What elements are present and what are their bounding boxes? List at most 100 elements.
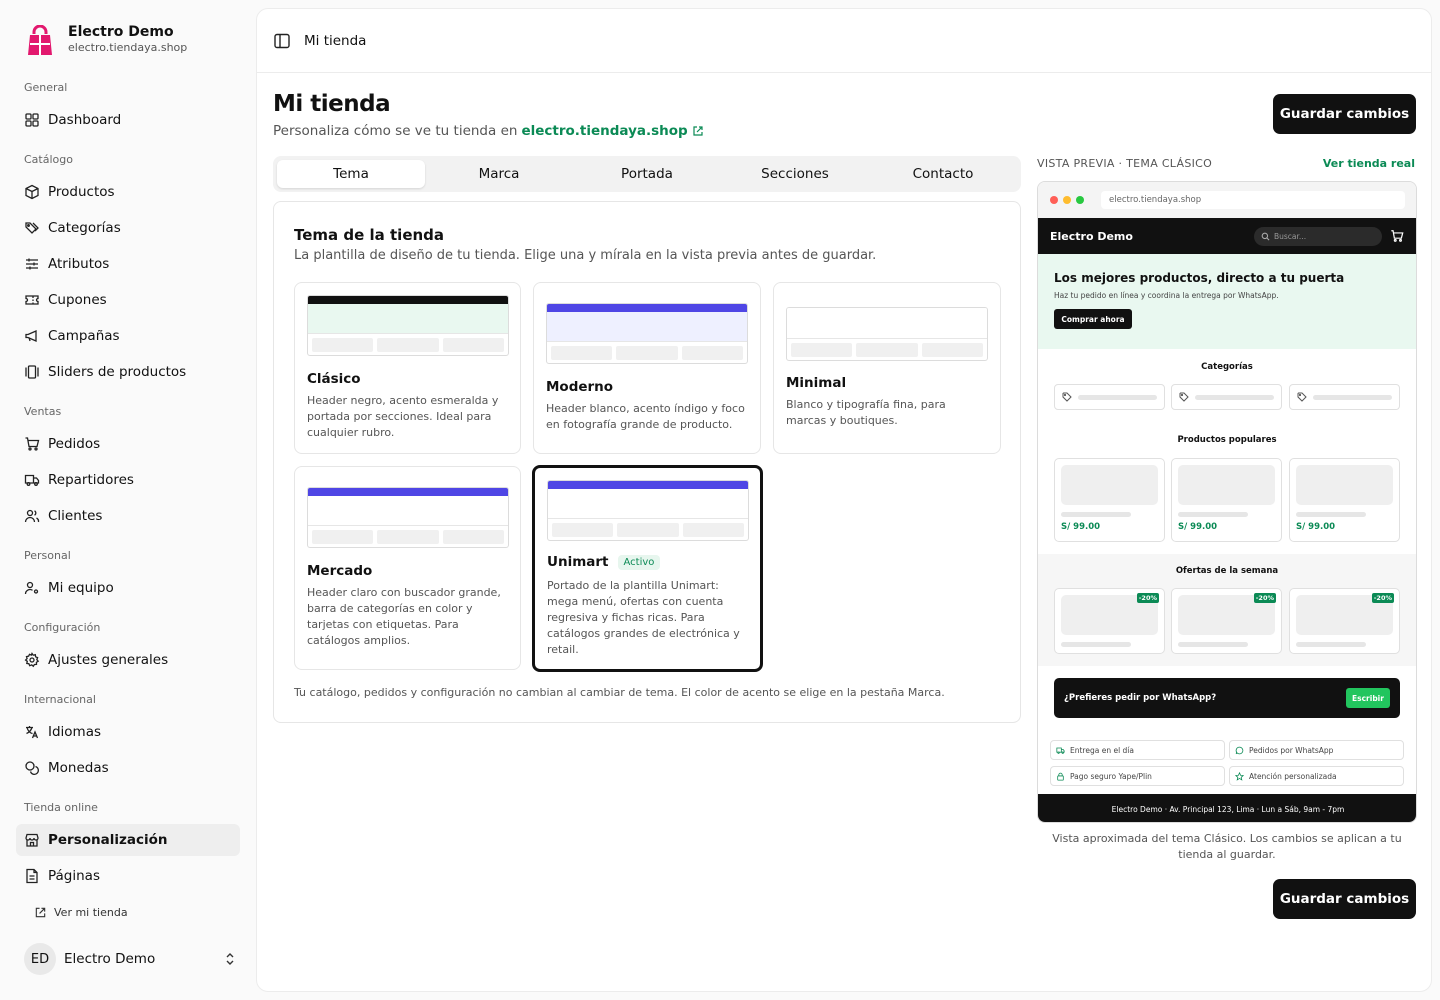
sidebar-item-atributos[interactable]: Atributos [16,248,240,280]
sidebar-item-productos[interactable]: Productos [16,176,240,208]
tab-portada[interactable]: Portada [573,160,721,188]
brand[interactable]: Electro Demo electro.tiendaya.shop [24,24,187,57]
brand-domain: electro.tiendaya.shop [68,41,188,54]
view-store-link[interactable]: Ver mi tienda [34,906,128,919]
feature-label: Atención personalizada [1249,771,1337,781]
preview-category-chip[interactable] [1171,384,1282,410]
preview-shop-now-button[interactable]: Comprar ahora [1054,309,1132,329]
sidebar-toggle-icon[interactable] [273,32,291,50]
tab-marca[interactable]: Marca [425,160,573,188]
sidebar-item-personalizacion[interactable]: Personalización [16,824,240,856]
sidebar-item-label: Campañas [48,328,120,344]
box-icon [25,184,39,200]
sidebar-item-ajustes-generales[interactable]: Ajustes generales [16,644,240,676]
user-menu[interactable]: ED Electro Demo [24,943,236,975]
preview-store-name: Electro Demo [1050,229,1133,243]
store-icon [25,833,39,847]
lock-icon [1057,772,1064,781]
theme-option-desc: Header negro, acento esmeralda y portada… [307,394,499,439]
sidebar-item-categorias[interactable]: Categorías [16,212,240,244]
save-button-top[interactable]: Guardar cambios [1273,94,1416,134]
save-button-bottom[interactable]: Guardar cambios [1273,879,1416,919]
sidebar-item-dashboard[interactable]: Dashboard [16,104,240,136]
sidebar-item-repartidores[interactable]: Repartidores [16,464,240,496]
product-price: S/ 99.00 [1296,522,1336,532]
sidebar-item-label: Páginas [48,868,100,884]
preview-search[interactable]: Buscar... [1254,226,1382,246]
preview-hero-title: Los mejores productos, directo a tu puer… [1054,271,1345,285]
sidebar-item-paginas[interactable]: Páginas [16,860,240,892]
preview-offers-title: Ofertas de la semana [1175,566,1279,576]
placeholder-line [1178,512,1248,517]
theme-thumbnail [786,307,988,361]
whatsapp-write-button[interactable]: Escribir [1346,688,1390,708]
placeholder-line [1078,394,1157,400]
close-dot-icon [1050,196,1058,204]
nav-heading: Internacional [24,693,96,706]
preview-feature: Entrega en el día [1050,740,1225,760]
sidebar-item-sliders[interactable]: Sliders de productos [16,356,240,388]
thumb-header [308,296,508,304]
thumb-header [547,304,747,312]
placeholder-line [1178,642,1248,647]
sidebar-item-label: Dashboard [48,112,122,128]
theme-option-mercado[interactable]: Mercado Header claro con buscador grande… [294,466,521,670]
truck-icon [1056,747,1065,754]
preview-product-card[interactable]: S/ 99.00 [1289,458,1400,542]
preview-category-chip[interactable] [1054,384,1165,410]
theme-option-name: Clásico [307,371,361,387]
cart-icon[interactable] [1390,229,1404,243]
placeholder-line [1195,394,1274,400]
view-real-store-link[interactable]: Ver tienda real [1323,157,1415,170]
thumb-hero [547,312,747,342]
sidebar-item-label: Monedas [48,760,109,776]
tabs: Tema Marca Portada Secciones Contacto [273,156,1021,192]
sidebar-item-label: Pedidos [48,436,101,452]
sidebar-item-monedas[interactable]: Monedas [16,752,240,784]
preview-footer: Electro Demo · Av. Principal 123, Lima ·… [1038,794,1416,822]
tab-secciones[interactable]: Secciones [721,160,869,188]
sidebar-item-clientes[interactable]: Clientes [16,500,240,532]
theme-option-unimart[interactable]: Unimart Activo Portado de la plantilla U… [532,465,763,672]
sidebar-item-label: Idiomas [48,724,102,740]
view-store-label: Ver mi tienda [54,906,128,919]
sidebar-item-cupones[interactable]: Cupones [16,284,240,316]
external-link-icon [693,126,703,136]
tag-icon [1297,392,1307,402]
sidebar-item-campanas[interactable]: Campañas [16,320,240,352]
feature-label: Pedidos por WhatsApp [1249,745,1334,755]
tab-tema[interactable]: Tema [277,160,425,188]
preview-categories-title: Categorías [1201,362,1253,372]
preview-product-card[interactable]: S/ 99.00 [1054,458,1165,542]
preview-offer-card[interactable]: -20% [1054,588,1165,654]
preview-frame: electro.tiendaya.shop Electro Demo Busca… [1037,181,1417,823]
tag-icon [1062,392,1072,402]
thumb-header [548,481,748,489]
theme-option-clasico[interactable]: Clásico Header negro, acento esmeralda y… [294,282,521,454]
preview-category-chip[interactable] [1289,384,1400,410]
preview-offer-card[interactable]: -20% [1289,588,1400,654]
nav-heading: Tienda online [24,801,98,814]
star-icon [1235,771,1244,781]
tab-contacto[interactable]: Contacto [869,160,1017,188]
thumb-hero [308,304,508,334]
store-url-link[interactable]: electro.tiendaya.shop [521,123,687,139]
ticket-icon [25,295,39,305]
search-icon [1261,232,1270,240]
placeholder-line [1061,512,1131,517]
product-price: S/ 99.00 [1061,522,1101,532]
preview-product-card[interactable]: S/ 99.00 [1171,458,1282,542]
theme-option-minimal[interactable]: Minimal Blanco y tipografía fina, para m… [773,282,1001,454]
tag-icon [1179,392,1189,402]
sidebar-item-label: Mi equipo [48,580,114,596]
sidebar-item-label: Repartidores [48,472,134,488]
preview-offer-card[interactable]: -20% [1171,588,1282,654]
sidebar-item-mi-equipo[interactable]: Mi equipo [16,572,240,604]
preview-store-header: Electro Demo Buscar... [1038,218,1416,254]
theme-option-moderno[interactable]: Moderno Header blanco, acento índigo y f… [533,282,761,454]
sidebar-item-label: Personalización [48,832,168,848]
preview-hero: Los mejores productos, directo a tu puer… [1038,254,1416,349]
sidebar-item-idiomas[interactable]: Idiomas [16,716,240,748]
theme-option-name: Mercado [307,563,373,579]
sidebar-item-pedidos[interactable]: Pedidos [16,428,240,460]
